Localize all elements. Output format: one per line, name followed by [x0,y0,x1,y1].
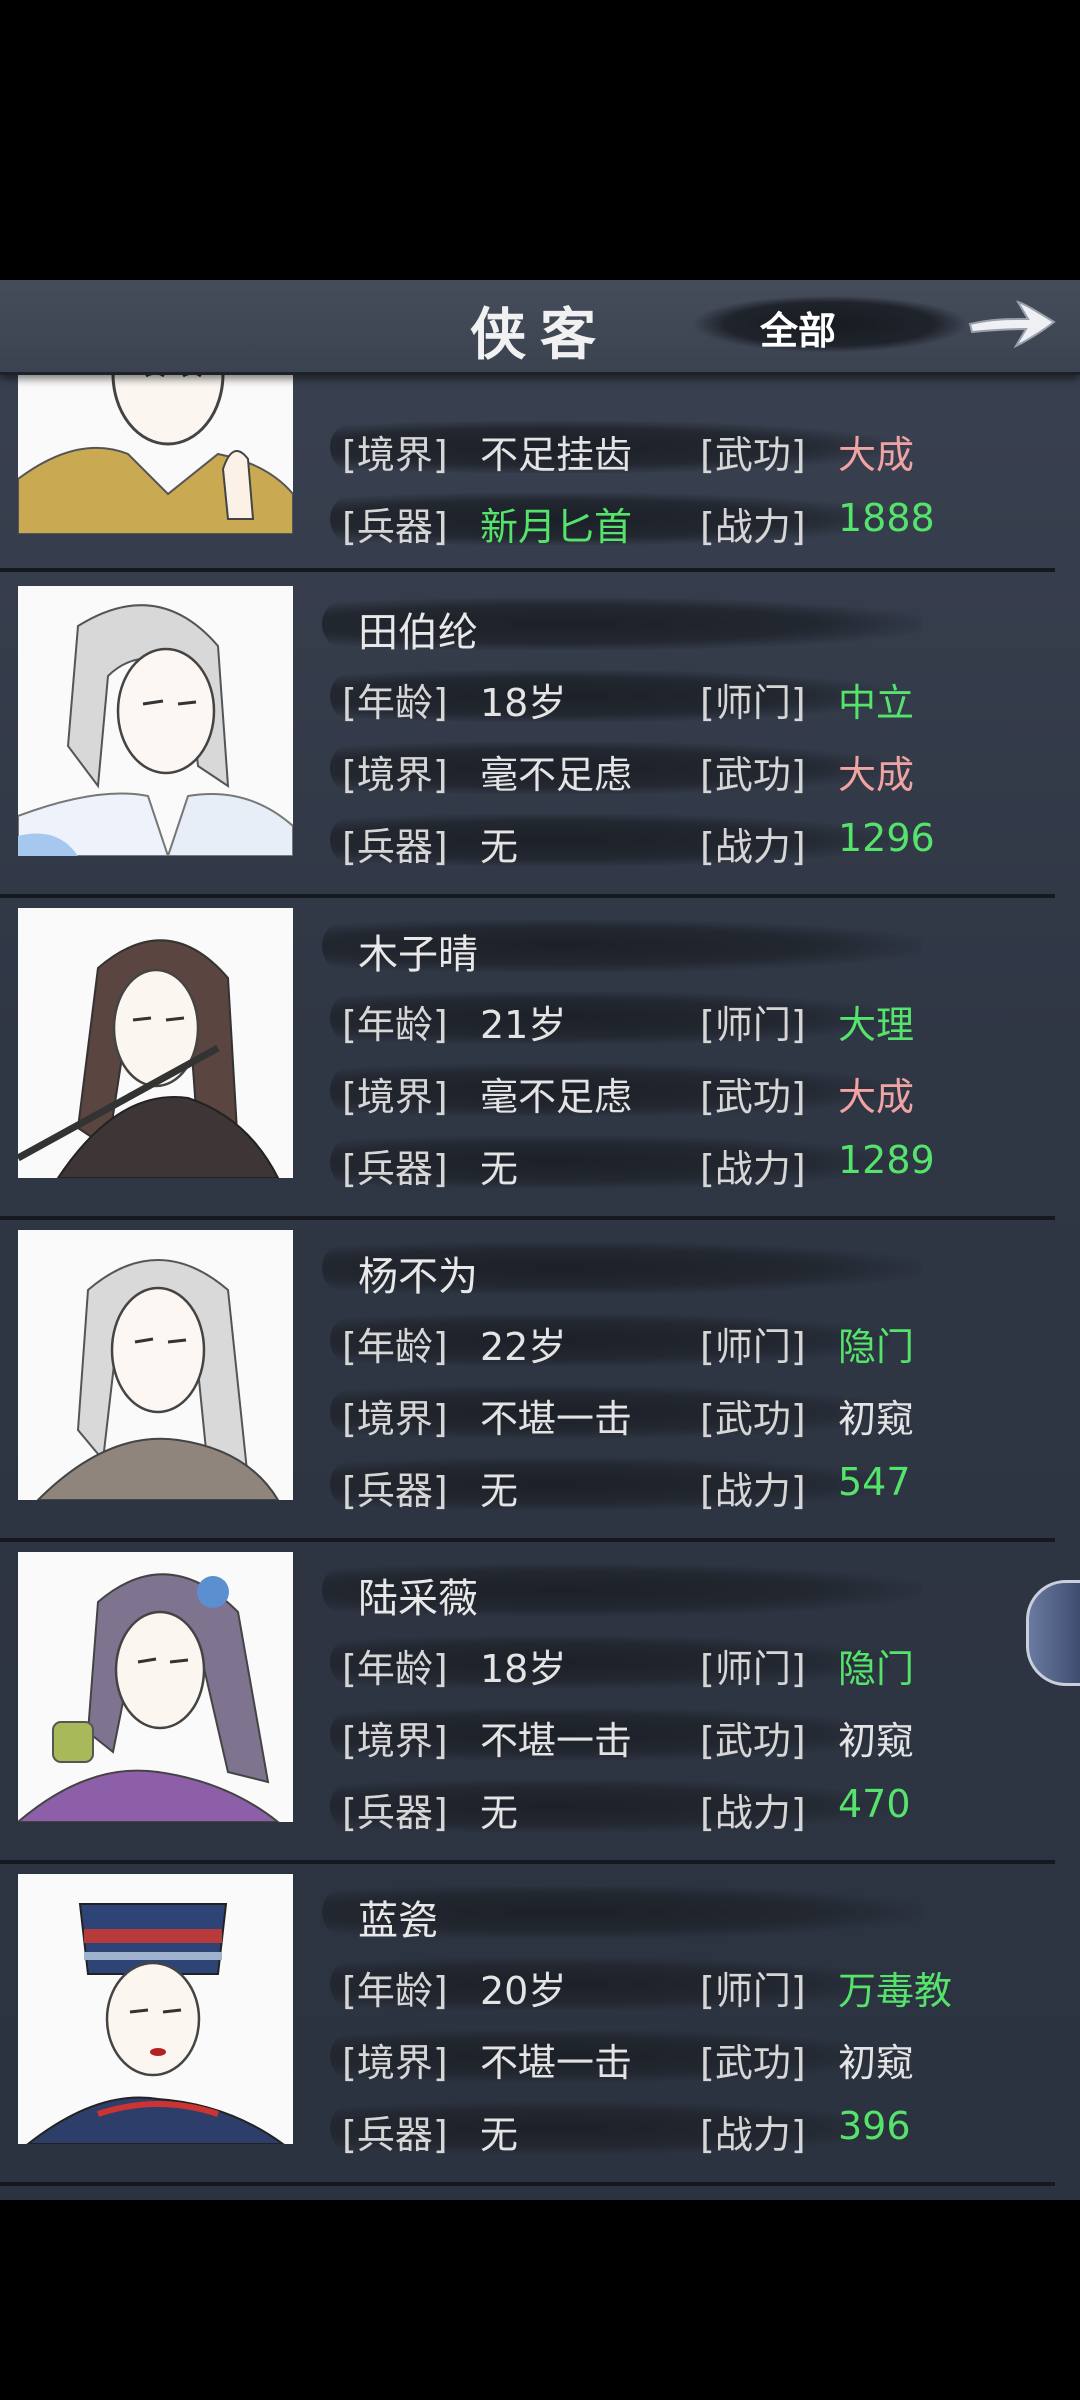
label-sect: [师门] [700,1647,806,1691]
label-sect: [师门] [700,1969,806,2013]
value-age: 22岁 [480,1325,567,1369]
value-power: 1296 [838,816,935,860]
label-weapon: [兵器] [342,505,448,549]
character-name: 陆采薇 [358,1576,478,1622]
label-realm: [境界] [342,1397,448,1441]
value-weapon: 无 [480,2113,519,2157]
label-age: [年龄] [342,1969,448,2013]
label-age: [年龄] [342,1325,448,1369]
page-title: 侠客 [470,302,610,368]
value-power: 470 [838,1782,911,1826]
character-name: 蓝瓷 [358,1898,438,1944]
label-realm: [境界] [342,433,448,477]
label-weapon: [兵器] [342,1147,448,1191]
character-portrait [18,372,293,534]
filter-dropdown[interactable]: 全部 [760,300,836,355]
value-martial: 初窥 [838,1397,915,1441]
label-realm: [境界] [342,1075,448,1119]
label-power: [战力] [700,505,806,549]
value-realm: 毫不足虑 [480,1075,633,1119]
value-martial: 大成 [838,1075,915,1119]
value-power: 1888 [838,496,935,540]
character-row[interactable]: [境界] 不足挂齿 [武功] 大成 [兵器] 新月匕首 [战力] 1888 [0,372,1055,572]
forward-arrow-icon[interactable] [966,288,1058,354]
value-weapon: 无 [480,825,519,869]
value-age: 21岁 [480,1003,567,1047]
label-realm: [境界] [342,2041,448,2085]
value-age: 18岁 [480,681,567,725]
character-name: 杨不为 [358,1254,478,1300]
value-sect: 隐门 [838,1325,915,1369]
character-portrait [18,1552,293,1822]
value-sect: 万毒教 [838,1969,953,2013]
value-weapon: 无 [480,1147,519,1191]
value-sect: 中立 [838,681,915,725]
label-power: [战力] [700,825,806,869]
character-portrait [18,586,293,856]
character-name: 田伯纶 [358,610,478,656]
value-age: 18岁 [480,1647,567,1691]
character-row[interactable]: 田伯纶 [年龄] 18岁 [师门] 中立 [境界] 毫不足虑 [武功] 大成 [… [0,572,1055,898]
label-power: [战力] [700,1791,806,1835]
value-martial: 大成 [838,753,915,797]
label-martial: [武功] [700,1075,806,1119]
label-age: [年龄] [342,1003,448,1047]
label-age: [年龄] [342,1647,448,1691]
label-realm: [境界] [342,753,448,797]
value-weapon: 无 [480,1469,519,1513]
character-row[interactable]: 蓝瓷 [年龄] 20岁 [师门] 万毒教 [境界] 不堪一击 [武功] 初窥 [… [0,1860,1055,2186]
label-realm: [境界] [342,1719,448,1763]
label-power: [战力] [700,1469,806,1513]
value-martial: 大成 [838,433,915,477]
value-power: 547 [838,1460,911,1504]
label-power: [战力] [700,2113,806,2157]
value-power: 396 [838,2104,911,2148]
label-age: [年龄] [342,681,448,725]
character-portrait [18,1874,293,2144]
label-martial: [武功] [700,433,806,477]
label-sect: [师门] [700,1003,806,1047]
value-realm: 不堪一击 [480,2041,633,2085]
label-martial: [武功] [700,1397,806,1441]
label-sect: [师门] [700,681,806,725]
character-portrait [18,1230,293,1500]
value-sect: 大理 [838,1003,915,1047]
label-weapon: [兵器] [342,2113,448,2157]
value-weapon: 新月匕首 [480,505,633,549]
character-row[interactable]: 陆采薇 [年龄] 18岁 [师门] 隐门 [境界] 不堪一击 [武功] 初窥 [… [0,1538,1055,1864]
label-martial: [武功] [700,753,806,797]
value-power: 1289 [838,1138,935,1182]
value-realm: 毫不足虑 [480,753,633,797]
label-power: [战力] [700,1147,806,1191]
value-realm: 不堪一击 [480,1719,633,1763]
value-martial: 初窥 [838,2041,915,2085]
value-sect: 隐门 [838,1647,915,1691]
value-martial: 初窥 [838,1719,915,1763]
character-row[interactable]: 木子晴 [年龄] 21岁 [师门] 大理 [境界] 毫不足虑 [武功] 大成 [… [0,894,1055,1220]
label-weapon: [兵器] [342,825,448,869]
value-age: 20岁 [480,1969,567,2013]
value-realm: 不足挂齿 [480,433,633,477]
character-list: [境界] 不足挂齿 [武功] 大成 [兵器] 新月匕首 [战力] 1888 田伯… [0,372,1080,2200]
character-name: 木子晴 [358,932,478,978]
value-realm: 不堪一击 [480,1397,633,1441]
label-weapon: [兵器] [342,1469,448,1513]
character-row[interactable]: 杨不为 [年龄] 22岁 [师门] 隐门 [境界] 不堪一击 [武功] 初窥 [… [0,1216,1055,1542]
value-weapon: 无 [480,1791,519,1835]
side-drawer-tab[interactable] [1026,1580,1080,1686]
character-portrait [18,908,293,1178]
label-weapon: [兵器] [342,1791,448,1835]
label-martial: [武功] [700,2041,806,2085]
label-sect: [师门] [700,1325,806,1369]
label-martial: [武功] [700,1719,806,1763]
